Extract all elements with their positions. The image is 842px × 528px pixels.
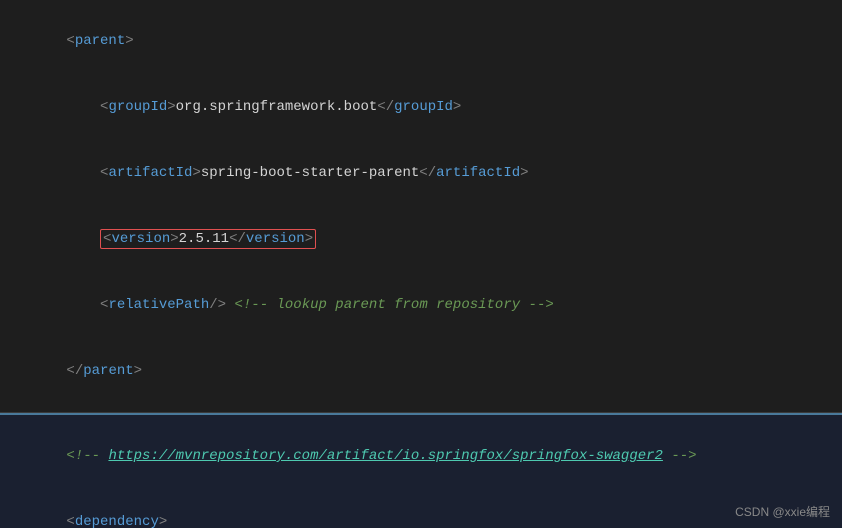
line-dependency-open-1: <dependency> xyxy=(16,489,826,528)
line-artifactid-parent: <artifactId>spring-boot-starter-parent</… xyxy=(16,140,826,206)
line-parent-close: </parent> xyxy=(16,338,826,404)
section-top: <parent> <groupId>org.springframework.bo… xyxy=(0,0,842,413)
line-comment-swagger2: <!-- https://mvnrepository.com/artifact/… xyxy=(16,423,826,489)
swagger2-link: https://mvnrepository.com/artifact/io.sp… xyxy=(108,448,663,464)
line-version-parent: <version>2.5.11</version> xyxy=(16,206,826,272)
watermark: CSDN @xxie编程 xyxy=(735,503,830,520)
line-parent-open: <parent> xyxy=(16,8,826,74)
section-middle: <!-- https://mvnrepository.com/artifact/… xyxy=(0,415,842,528)
line-groupid-spring: <groupId>org.springframework.boot</group… xyxy=(16,74,826,140)
line-relative-path: <relativePath/> <!-- lookup parent from … xyxy=(16,272,826,338)
code-container: <parent> <groupId>org.springframework.bo… xyxy=(0,0,842,528)
